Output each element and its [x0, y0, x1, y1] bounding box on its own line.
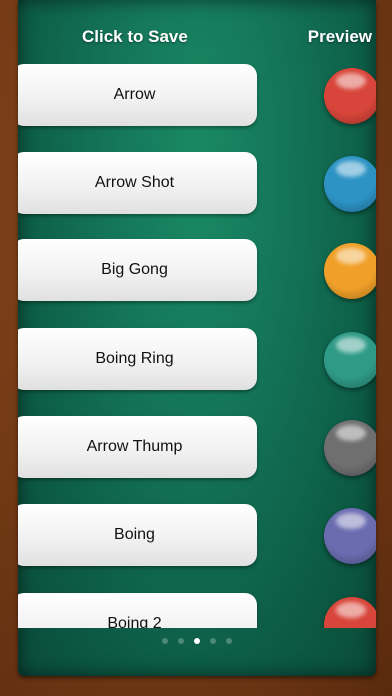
preview-ball-icon[interactable] — [324, 420, 376, 476]
green-board: Click to Save Preview Arrow Arrow Shot B… — [18, 0, 376, 676]
page-indicator[interactable] — [18, 632, 376, 644]
sound-row: Big Gong — [18, 239, 376, 303]
sound-row: Arrow — [18, 64, 376, 128]
sound-button-arrow-thump[interactable]: Arrow Thump — [18, 416, 257, 478]
sound-button-boing-ring[interactable]: Boing Ring — [18, 328, 257, 390]
click-to-save-label: Click to Save — [82, 27, 188, 46]
header: Click to Save Preview — [18, 22, 376, 50]
sound-button-boing-2[interactable]: Boing 2 — [18, 593, 257, 628]
sound-row: Arrow Thump — [18, 416, 376, 480]
page-dot[interactable] — [226, 637, 232, 644]
sound-row: Arrow Shot — [18, 152, 376, 216]
preview-label: Preview — [307, 27, 372, 46]
page-dot[interactable] — [210, 637, 216, 644]
preview-ball-icon[interactable] — [324, 68, 376, 124]
sound-button-arrow[interactable]: Arrow — [18, 64, 257, 126]
preview-ball-icon[interactable] — [324, 508, 376, 564]
sound-row: Boing — [18, 504, 376, 568]
preview-ball-icon[interactable] — [324, 597, 376, 628]
sound-row: Boing 2 — [18, 593, 376, 628]
preview-ball-icon[interactable] — [324, 332, 376, 388]
page-dot[interactable] — [162, 637, 168, 644]
sound-list[interactable]: Arrow Arrow Shot Big Gong Boing Ring Arr… — [18, 62, 376, 628]
page-dot[interactable] — [178, 637, 184, 644]
sound-row: Boing Ring — [18, 328, 376, 392]
sound-button-big-gong[interactable]: Big Gong — [18, 239, 257, 301]
preview-ball-icon[interactable] — [324, 243, 376, 299]
sound-button-arrow-shot[interactable]: Arrow Shot — [18, 152, 257, 214]
sound-button-boing[interactable]: Boing — [18, 504, 257, 566]
page-dot-active[interactable] — [194, 637, 200, 644]
preview-ball-icon[interactable] — [324, 156, 376, 212]
